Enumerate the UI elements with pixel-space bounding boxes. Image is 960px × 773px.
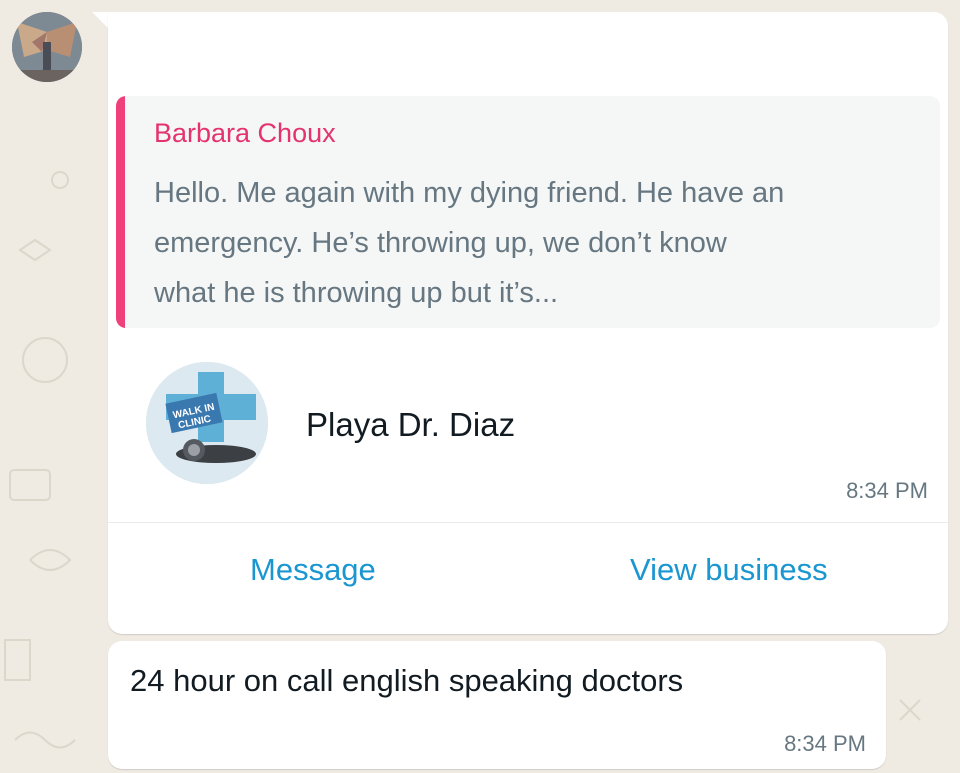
view-business-button[interactable]: View business [630, 552, 828, 588]
quote-accent-bar [116, 96, 125, 328]
quote-author: Barbara Choux [154, 118, 336, 148]
clinic-logo-image: WALK IN CLINIC [146, 362, 268, 484]
winged-figure-image [12, 12, 82, 82]
contact-name: Playa Dr. Diaz [306, 406, 516, 443]
quoted-reply[interactable]: Barbara Choux Hello. Me again with my dy… [116, 96, 940, 328]
card-divider [108, 522, 948, 523]
contact-card-bubble: Barbara Choux Hello. Me again with my dy… [108, 12, 948, 634]
message-timestamp: 8:34 PM [784, 731, 866, 756]
sender-avatar[interactable] [12, 12, 82, 82]
message-timestamp: 8:34 PM [846, 478, 928, 503]
quote-text: Hello. Me again with my dying friend. He… [154, 177, 785, 309]
contact-avatar[interactable]: WALK IN CLINIC [146, 362, 268, 484]
message-text: 24 hour on call english speaking doctors [130, 663, 684, 698]
message-button[interactable]: Message [250, 552, 376, 588]
text-message-bubble: 24 hour on call english speaking doctors… [108, 641, 886, 769]
